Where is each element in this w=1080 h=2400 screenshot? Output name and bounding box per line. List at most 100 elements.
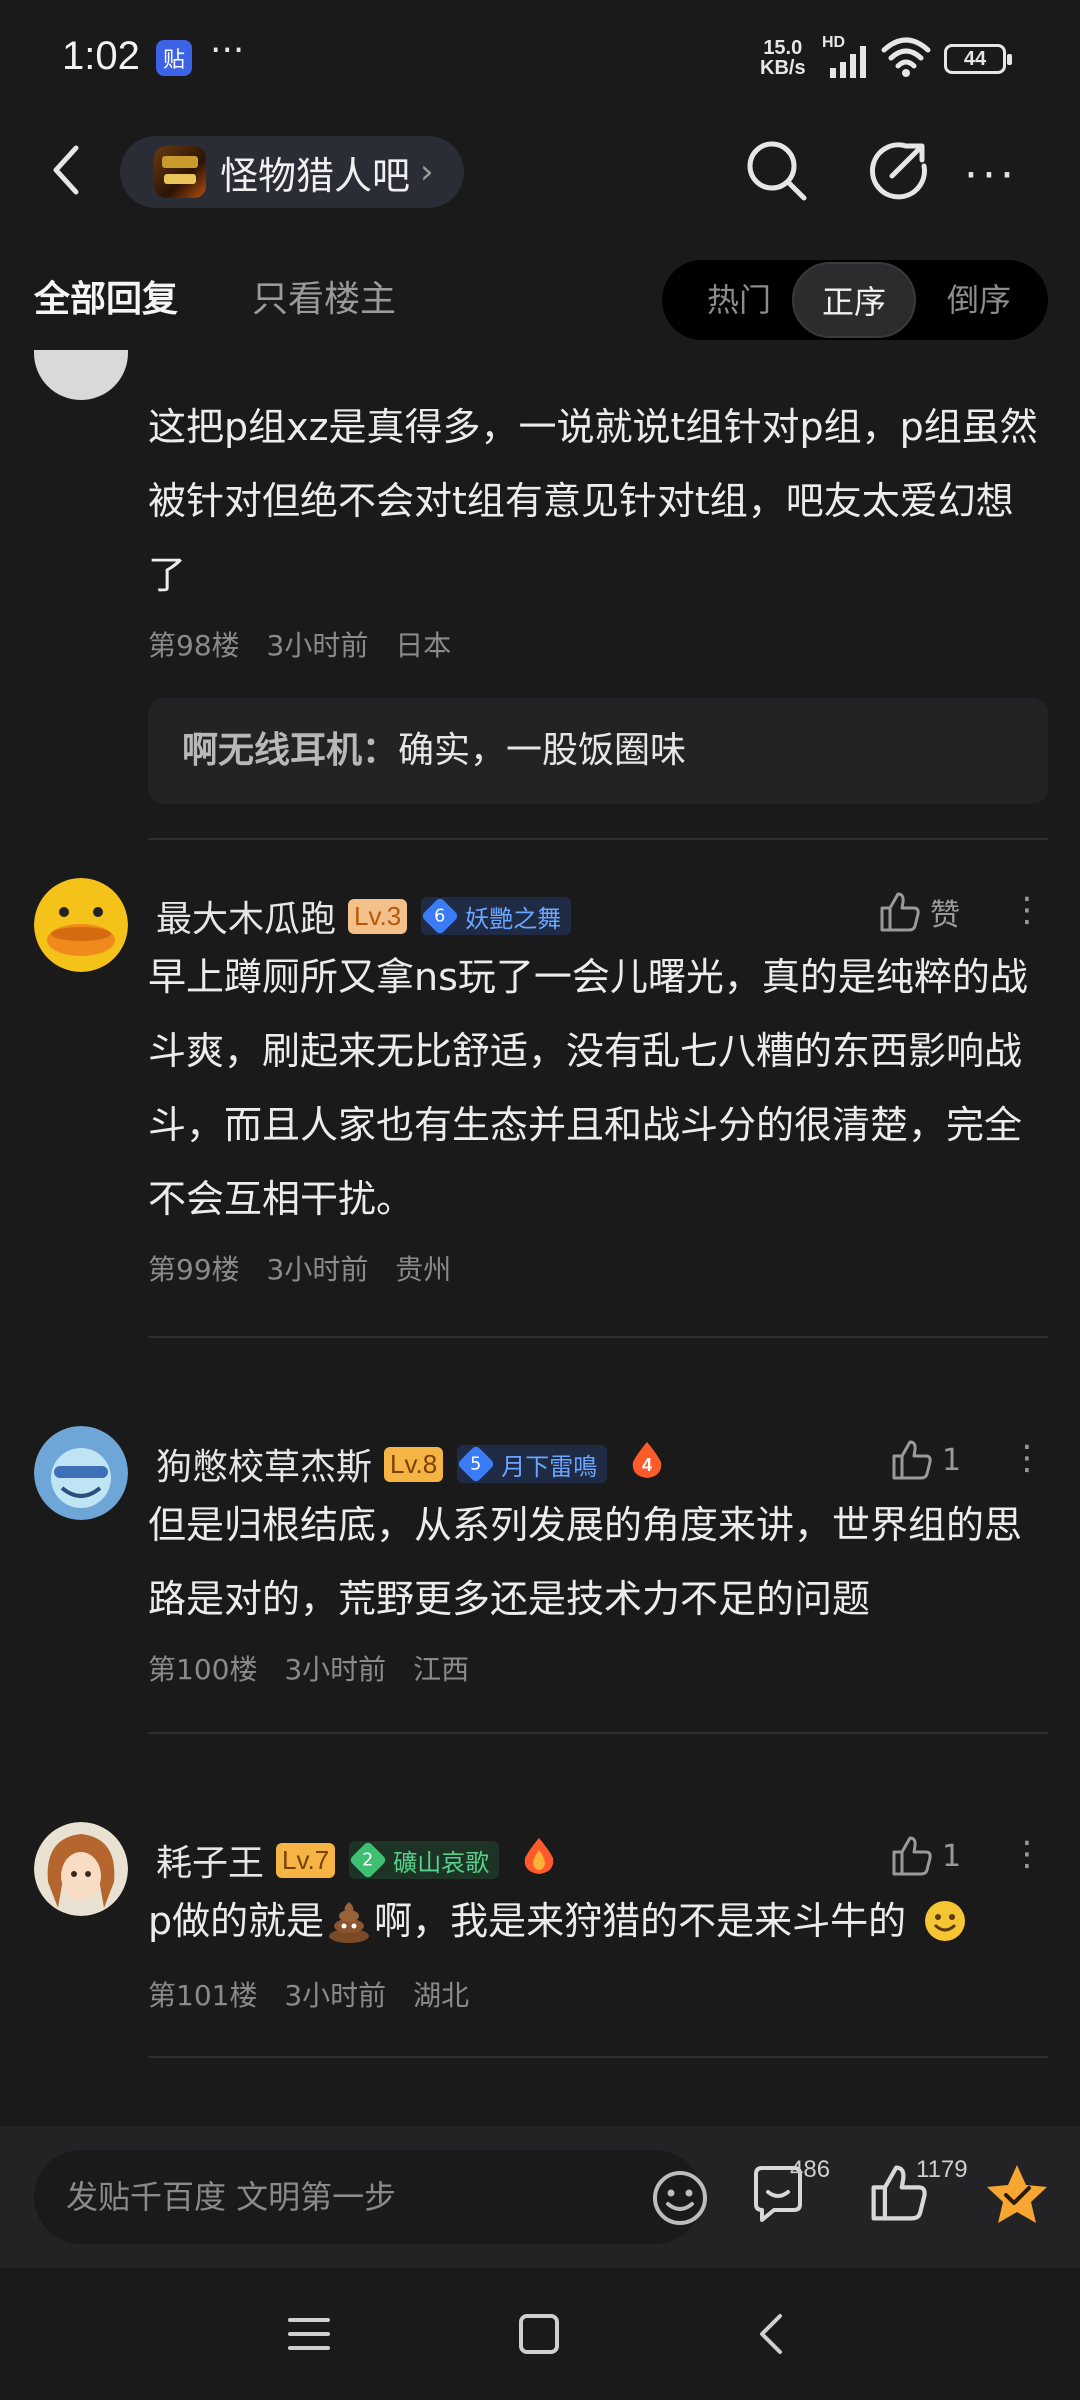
avatar[interactable] [34,1426,128,1520]
svg-text:4: 4 [642,1455,652,1475]
wifi-icon [881,37,931,77]
reply-meta: 第101楼 3小时前 湖北 [148,1974,487,2014]
level-badge: Lv.7 [276,1842,336,1878]
sub-reply-user: 啊无线耳机： [182,730,399,771]
like-label: 赞 [930,898,960,933]
username[interactable]: 狗憋校草杰斯 [156,1438,372,1490]
network-speed-unit: KB/s [760,57,806,79]
menu-icon[interactable] [286,2312,332,2356]
thread-like-count: 1179 [916,2156,968,2183]
honor-badge: 2 礦山哀歌 [349,1840,500,1880]
top-nav: 怪物猎人吧 › ··· [0,120,1080,220]
sort-ascending[interactable]: 正序 [792,262,916,338]
back-icon[interactable] [750,2312,796,2356]
reply-location: 湖北 [413,1979,470,2012]
like-button[interactable]: 1 [890,1438,961,1482]
reply-more-button[interactable]: ⋮ [1010,1834,1044,1874]
thumbs-up-icon [880,892,920,932]
reply-filter-bar: 全部回复 只看楼主 热门 正序 倒序 [0,240,1080,350]
sub-reply[interactable]: 啊无线耳机：确实，一股饭圈味 [148,698,1048,804]
honor-badge-name: 礦山哀歌 [393,1848,490,1877]
fire-icon [519,1836,559,1884]
username-row: 狗憋校草杰斯 Lv.8 5 月下雷鳴 4 [156,1438,667,1490]
divider [148,1336,1048,1338]
thumbs-up-icon [892,1836,932,1876]
reply-meta: 第98楼 3小时前 日本 [148,624,469,664]
reply-location: 日本 [395,629,452,662]
home-icon[interactable] [516,2312,562,2356]
reply-composer-bar: 发贴千百度 文明第一步 486 1179 [0,2126,1080,2268]
honor-badge-name: 月下雷鳴 [501,1452,598,1481]
honor-badge: 5 月下雷鳴 [457,1444,608,1484]
floor-number: 第100楼 [148,1653,258,1686]
tab-op-only[interactable]: 只看楼主 [252,270,396,322]
smile-emoji-icon [925,1901,966,1941]
sort-hot[interactable]: 热门 [684,260,794,340]
system-navigation-bar [0,2268,1080,2400]
more-options-button[interactable]: ··· [964,150,1018,201]
forum-name: 怪物猎人吧 [220,153,411,198]
like-button[interactable]: 赞 [878,890,960,934]
divider [148,2056,1048,2058]
forum-entry-button[interactable]: 怪物猎人吧 › [120,136,464,208]
fire-icon: 4 [627,1440,667,1488]
reply-text: 早上蹲厕所又拿ns玩了一会儿曙光，真的是纯粹的战斗爽，刷起来无比舒适，没有乱七八… [148,955,1028,1221]
signal-icon: HD [822,34,870,84]
gem-icon: 6 [421,896,460,936]
username[interactable]: 最大木瓜跑 [156,890,336,942]
sort-toggle: 热门 正序 倒序 [662,260,1048,340]
reply-time: 3小时前 [284,1653,387,1686]
share-icon[interactable] [866,138,930,202]
avatar[interactable] [34,878,128,972]
level-badge: Lv.3 [348,898,408,934]
network-speed: 15.0 KB/s [760,38,806,78]
level-badge: Lv.8 [384,1446,444,1482]
reply-more-button[interactable]: ⋮ [1010,890,1044,930]
reply-text: 但是归根结底，从系列发展的角度来讲，世界组的思路是对的，荒野更多还是技术力不足的… [148,1503,1023,1621]
like-button[interactable]: 1 [890,1834,961,1878]
reply-text: p做的就是 啊，我是来狩猎的不是来斗牛的 [148,1884,1048,1958]
username-row: 耗子王 Lv.7 2 礦山哀歌 [156,1834,559,1886]
reply-input-placeholder: 发贴千百度 文明第一步 [66,2178,397,2216]
honor-badge: 6 妖艷之舞 [421,896,572,936]
tieba-notification-icon: 贴 [156,40,192,76]
poop-emoji-icon [329,1902,370,1943]
like-count: 1 [942,1442,962,1478]
status-time: 1:02 [62,34,140,78]
reply-list: 这把p组xz是真得多，一说就说t组针对p组，p组虽然被针对但绝不会对t组有意见针… [0,350,1080,2126]
reply-text-part: 啊，我是来狩猎的不是来斗牛的 [374,1899,907,1943]
avatar[interactable] [34,1822,128,1916]
chevron-left-icon[interactable] [40,140,96,200]
gem-icon: 2 [349,1840,388,1880]
username[interactable]: 耗子王 [156,1834,264,1886]
reply-time: 3小时前 [266,629,369,662]
forum-logo [154,146,206,198]
gem-icon: 5 [457,1444,496,1484]
divider [148,1732,1048,1734]
avatar[interactable] [34,350,128,400]
floor-number: 第101楼 [148,1979,258,2012]
sub-reply-text: 确实，一股饭圈味 [398,730,687,771]
battery-indicator: 44 [944,44,1012,74]
reply-time: 3小时前 [266,1253,369,1286]
reply-input[interactable]: 发贴千百度 文明第一步 [34,2150,707,2244]
thumbs-up-icon [892,1440,932,1480]
reply-location: 贵州 [395,1253,452,1286]
chevron-right-icon: › [420,152,434,192]
reply-more-button[interactable]: ⋮ [1010,1438,1044,1478]
divider [148,838,1048,840]
floor-number: 第99楼 [148,1253,240,1286]
like-count: 1 [942,1838,962,1874]
sort-descending[interactable]: 倒序 [924,260,1034,340]
reply-text-part: p做的就是 [148,1899,325,1943]
honor-badge-name: 妖艷之舞 [465,904,562,933]
emoji-icon[interactable] [650,2168,710,2228]
reply-count: 486 [790,2156,831,2183]
username-row: 最大木瓜跑 Lv.3 6 妖艷之舞 [156,890,572,942]
star-icon[interactable] [984,2162,1050,2226]
search-icon[interactable] [744,138,810,204]
reply-time: 3小时前 [284,1979,387,2012]
floor-number: 第98楼 [148,629,240,662]
reply-meta: 第99楼 3小时前 贵州 [148,1248,469,1288]
tab-all-replies[interactable]: 全部回复 [34,270,178,322]
